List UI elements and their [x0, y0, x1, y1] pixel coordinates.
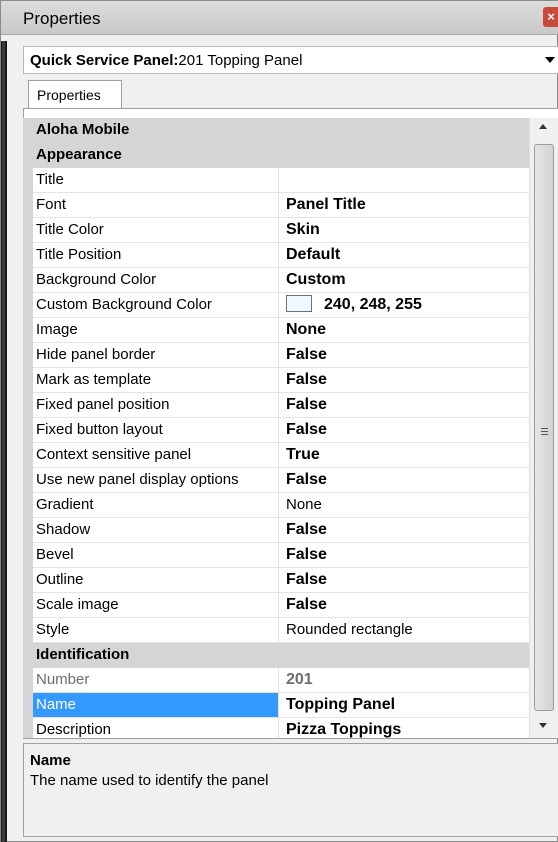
property-name: Context sensitive panel	[33, 443, 279, 467]
property-row-title[interactable]: Title	[33, 168, 529, 193]
description-text: The name used to identify the panel	[30, 772, 269, 789]
property-row-fixed-button-layout[interactable]: Fixed button layout False	[33, 418, 529, 443]
property-row-gradient[interactable]: Gradient None	[33, 493, 529, 518]
property-name: Mark as template	[33, 368, 279, 392]
property-value[interactable]: Panel Title	[282, 193, 529, 217]
property-value-color[interactable]: 240, 248, 255	[282, 293, 529, 317]
title-bar: Properties ×	[1, 1, 558, 35]
property-name: Use new panel display options	[33, 468, 279, 492]
properties-window: Properties × Quick Service Panel:201 Top…	[0, 0, 558, 842]
property-name: Title Color	[33, 218, 279, 242]
property-row-title-position[interactable]: Title Position Default	[33, 243, 529, 268]
property-value[interactable]: Skin	[282, 218, 529, 242]
property-row-font[interactable]: Font Panel Title	[33, 193, 529, 218]
property-row-number[interactable]: Number 201	[33, 668, 529, 693]
vertical-scrollbar[interactable]	[529, 118, 558, 738]
object-selector-text: Quick Service Panel:201 Topping Panel	[30, 52, 302, 69]
property-value[interactable]: False	[282, 393, 529, 417]
property-name: Title Position	[33, 243, 279, 267]
property-name: Style	[33, 618, 279, 642]
property-value[interactable]: Default	[282, 243, 529, 267]
property-name: Gradient	[33, 493, 279, 517]
property-row-bevel[interactable]: Bevel False	[33, 543, 529, 568]
category-identification[interactable]: ◢ Identification	[33, 643, 529, 668]
property-value[interactable]	[282, 168, 529, 192]
property-row-style[interactable]: Style Rounded rectangle	[33, 618, 529, 643]
object-selector-dropdown[interactable]: Quick Service Panel:201 Topping Panel	[23, 46, 558, 74]
property-name: Bevel	[33, 543, 279, 567]
property-row-title-color[interactable]: Title Color Skin	[33, 218, 529, 243]
property-name: Number	[33, 668, 279, 692]
chevron-down-icon[interactable]	[545, 57, 555, 63]
tab-properties-label: Properties	[37, 87, 101, 103]
property-name: Shadow	[33, 518, 279, 542]
property-row-outline[interactable]: Outline False	[33, 568, 529, 593]
property-value[interactable]: Pizza Toppings	[282, 718, 529, 738]
close-icon[interactable]: ×	[543, 7, 558, 27]
property-value[interactable]: False	[282, 568, 529, 592]
category-aloha-mobile[interactable]: ▷ Aloha Mobile	[33, 118, 529, 143]
object-type-label: Quick Service Panel:	[30, 52, 179, 69]
property-row-description[interactable]: Description Pizza Toppings	[33, 718, 529, 738]
property-row-use-new-panel-display-options[interactable]: Use new panel display options False	[33, 468, 529, 493]
property-row-shadow[interactable]: Shadow False	[33, 518, 529, 543]
property-value[interactable]: Topping Panel	[282, 693, 529, 717]
property-row-custom-background-color[interactable]: Custom Background Color 240, 248, 255	[33, 293, 529, 318]
property-row-image[interactable]: Image None	[33, 318, 529, 343]
property-value[interactable]: False	[282, 468, 529, 492]
window-title: Properties	[23, 9, 101, 28]
property-value-readonly: 201	[286, 671, 313, 688]
property-grid-rows: ▷ Aloha Mobile ◢ Appearance Title Font P…	[33, 118, 529, 738]
scroll-down-arrow-icon[interactable]	[539, 723, 547, 728]
property-name: Scale image	[33, 593, 279, 617]
property-grid-gutter	[23, 118, 33, 738]
tab-properties[interactable]: Properties	[28, 80, 122, 109]
property-name-selected: Name	[33, 693, 279, 717]
property-value[interactable]: None	[282, 318, 529, 342]
property-name: Font	[33, 193, 279, 217]
window-left-edge	[1, 41, 7, 842]
property-value[interactable]: False	[282, 343, 529, 367]
category-appearance[interactable]: ◢ Appearance	[33, 143, 529, 168]
property-row-mark-as-template[interactable]: Mark as template False	[33, 368, 529, 393]
property-name: Fixed button layout	[33, 418, 279, 442]
object-name-label: 201 Topping Panel	[178, 52, 303, 69]
property-row-hide-panel-border[interactable]: Hide panel border False	[33, 343, 529, 368]
property-row-scale-image[interactable]: Scale image False	[33, 593, 529, 618]
property-row-name[interactable]: Name Topping Panel	[33, 693, 529, 718]
property-value[interactable]: False	[282, 543, 529, 567]
category-label: Identification	[36, 646, 130, 663]
property-row-context-sensitive-panel[interactable]: Context sensitive panel True	[33, 443, 529, 468]
property-name: Custom Background Color	[33, 293, 279, 317]
property-value[interactable]: True	[282, 443, 529, 467]
property-row-background-color[interactable]: Background Color Custom	[33, 268, 529, 293]
property-name: Description	[33, 718, 279, 738]
property-name: Background Color	[33, 268, 279, 292]
color-swatch	[286, 295, 312, 312]
property-row-fixed-panel-position[interactable]: Fixed panel position False	[33, 393, 529, 418]
property-name: Fixed panel position	[33, 393, 279, 417]
property-value[interactable]: Custom	[282, 268, 529, 292]
color-value-text: 240, 248, 255	[324, 296, 422, 313]
property-name: Hide panel border	[33, 343, 279, 367]
property-value[interactable]: Rounded rectangle	[282, 618, 529, 642]
property-value[interactable]: False	[282, 368, 529, 392]
property-name: Outline	[33, 568, 279, 592]
description-pane: Name The name used to identify the panel	[23, 743, 558, 837]
scroll-up-arrow-icon[interactable]	[539, 124, 547, 129]
property-value[interactable]: None	[282, 493, 529, 517]
scrollbar-thumb[interactable]	[534, 144, 554, 711]
property-value[interactable]: False	[282, 418, 529, 442]
property-value[interactable]: False	[282, 593, 529, 617]
property-name: Image	[33, 318, 279, 342]
property-value[interactable]: False	[282, 518, 529, 542]
grip-icon	[541, 428, 548, 435]
description-title: Name	[30, 752, 71, 769]
property-name: Title	[33, 168, 279, 192]
category-label: Appearance	[36, 146, 122, 163]
category-label: Aloha Mobile	[36, 121, 130, 138]
